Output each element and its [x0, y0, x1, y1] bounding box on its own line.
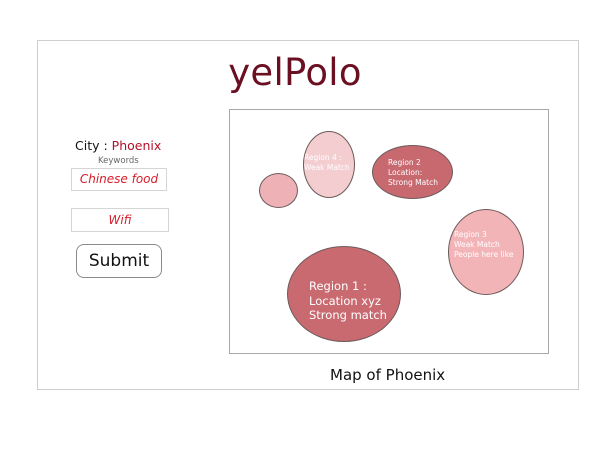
city-row: City : Phoenix — [75, 138, 161, 153]
region-1-label: Region 1 : Location xyz Strong match — [309, 279, 387, 322]
region-small-bubble[interactable] — [259, 173, 298, 208]
keyword-input-2[interactable]: Wifi — [71, 208, 169, 232]
map-panel[interactable]: Region 4 : Weak Match Region 2 Location:… — [229, 109, 549, 354]
submit-button[interactable]: Submit — [76, 244, 162, 278]
keyword-input-1[interactable]: Chinese food — [71, 168, 167, 191]
city-label: City : — [75, 138, 108, 153]
city-value[interactable]: Phoenix — [112, 138, 162, 153]
region-4-bubble[interactable]: Region 4 : Weak Match — [303, 131, 355, 198]
region-3-label: Region 3 Weak Match People here like — [454, 230, 514, 259]
keywords-label: Keywords — [98, 156, 139, 166]
region-2-bubble[interactable]: Region 2 Location: Strong Match — [372, 145, 453, 199]
region-2-label: Region 2 Location: Strong Match — [388, 158, 438, 187]
map-caption: Map of Phoenix — [330, 366, 446, 384]
region-3-bubble[interactable]: Region 3 Weak Match People here like — [448, 209, 524, 295]
region-4-label: Region 4 : Weak Match — [304, 153, 350, 172]
region-1-bubble[interactable]: Region 1 : Location xyz Strong match — [287, 246, 401, 342]
app-title: yelPolo — [228, 51, 362, 94]
